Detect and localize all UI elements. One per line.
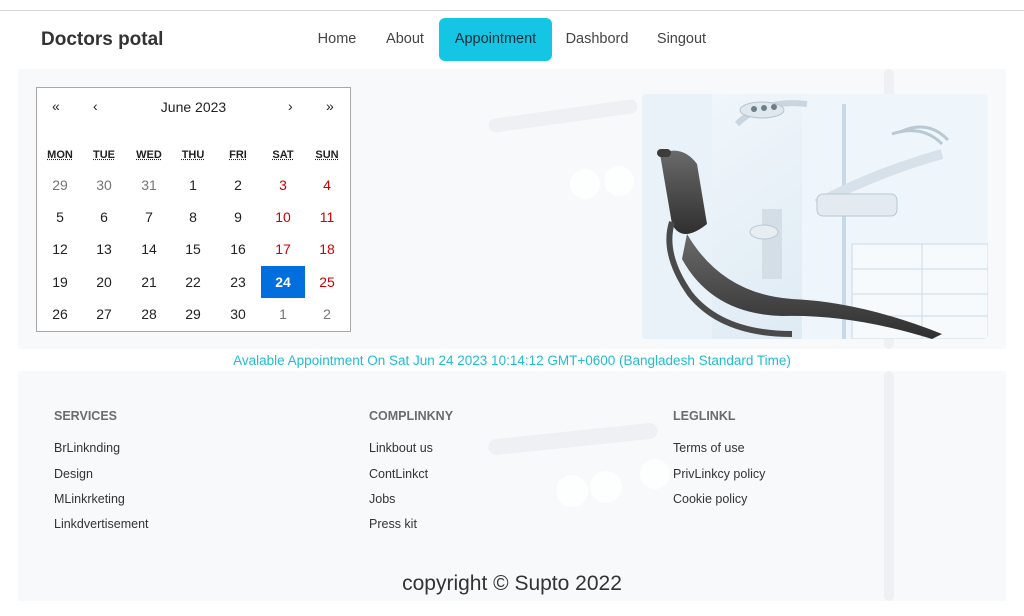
weekday-label: WED xyxy=(136,149,162,161)
nav-dashboard[interactable]: Dashbord xyxy=(559,18,635,61)
weekday-label: THU xyxy=(181,149,205,161)
background-decoration xyxy=(884,371,894,601)
weekday-label: FRI xyxy=(229,149,247,161)
main-nav: Home About Appointment Dashbord Singout xyxy=(0,18,1024,61)
calendar-day[interactable]: 1 xyxy=(261,298,305,330)
calendar-day[interactable]: 23 xyxy=(216,266,260,298)
footer-link[interactable]: Terms of use xyxy=(673,441,745,455)
appointment-calendar: « ‹ June 2023 › » MON TUE WED THU FRI SA… xyxy=(36,87,351,332)
background-decoration xyxy=(604,166,634,196)
calendar-day[interactable]: 2 xyxy=(216,169,260,201)
calendar-day[interactable]: 30 xyxy=(216,298,260,330)
weekday-label: SAT xyxy=(272,149,294,161)
calendar-day[interactable]: 13 xyxy=(82,233,126,265)
background-decoration xyxy=(570,169,600,199)
footer-link[interactable]: BrLinknding xyxy=(54,441,120,455)
footer-link[interactable]: Jobs xyxy=(369,492,395,506)
availability-text: Avalable Appointment On Sat Jun 24 2023 … xyxy=(233,353,791,368)
footer-link[interactable]: Linkbout us xyxy=(369,441,433,455)
weekday-label: TUE xyxy=(93,149,115,161)
calendar-day[interactable]: 21 xyxy=(127,266,171,298)
dental-clinic-image xyxy=(642,94,988,339)
weekday-label: SUN xyxy=(315,149,339,161)
calendar-day[interactable]: 28 xyxy=(127,298,171,330)
calendar-day[interactable]: 31 xyxy=(127,169,171,201)
calendar-day[interactable]: 19 xyxy=(38,266,82,298)
nav-about[interactable]: About xyxy=(379,18,431,61)
calendar-day[interactable]: 11 xyxy=(305,201,349,233)
calendar-day[interactable]: 27 xyxy=(82,298,126,330)
footer-link[interactable]: PrivLinkcy policy xyxy=(673,467,765,481)
calendar-day[interactable]: 25 xyxy=(305,266,349,298)
calendar-day[interactable]: 30 xyxy=(82,169,126,201)
calendar-day[interactable]: 22 xyxy=(171,266,215,298)
calendar-day[interactable]: 4 xyxy=(305,169,349,201)
background-decoration xyxy=(487,422,659,456)
calendar-day[interactable]: 2 xyxy=(305,298,349,330)
calendar-day[interactable]: 15 xyxy=(171,233,215,265)
calendar-day[interactable]: 3 xyxy=(261,169,305,201)
footer-link[interactable]: MLinkrketing xyxy=(54,492,125,506)
nav-appointment[interactable]: Appointment xyxy=(439,18,552,61)
footer-heading-services: SERVICES xyxy=(54,409,117,423)
calendar-next-button[interactable]: › xyxy=(288,98,293,118)
footer-link[interactable]: Cookie policy xyxy=(673,492,747,506)
calendar-last-button[interactable]: » xyxy=(326,98,334,118)
nav-signout[interactable]: Singout xyxy=(649,18,714,61)
footer-link[interactable]: ContLinkct xyxy=(369,467,428,481)
calendar-day[interactable]: 7 xyxy=(127,201,171,233)
calendar-day[interactable]: 14 xyxy=(127,233,171,265)
footer-link[interactable]: Linkdvertisement xyxy=(54,517,149,531)
footer-heading-legal: LEGLINKL xyxy=(673,409,736,423)
calendar-day[interactable]: 6 xyxy=(82,201,126,233)
footer-background xyxy=(18,371,1006,601)
calendar-day-selected[interactable]: 24 xyxy=(261,266,305,298)
calendar-day[interactable]: 26 xyxy=(38,298,82,330)
background-decoration xyxy=(487,98,639,134)
footer-link[interactable]: Press kit xyxy=(369,517,417,531)
top-divider xyxy=(0,10,1024,11)
calendar-month-label[interactable]: June 2023 xyxy=(37,99,350,115)
calendar-day[interactable]: 16 xyxy=(216,233,260,265)
background-decoration xyxy=(590,471,622,503)
calendar-day[interactable]: 29 xyxy=(38,169,82,201)
calendar-day[interactable]: 8 xyxy=(171,201,215,233)
calendar-day[interactable]: 20 xyxy=(82,266,126,298)
copyright-text: copyright © Supto 2022 xyxy=(402,572,622,595)
calendar-day[interactable]: 17 xyxy=(261,233,305,265)
footer-heading-company: COMPLINKNY xyxy=(369,409,454,423)
footer-link[interactable]: Design xyxy=(54,467,93,481)
calendar-day[interactable]: 9 xyxy=(216,201,260,233)
background-decoration xyxy=(640,459,670,489)
weekday-label: MON xyxy=(47,149,73,161)
calendar-day[interactable]: 18 xyxy=(305,233,349,265)
calendar-day[interactable]: 12 xyxy=(38,233,82,265)
calendar-day[interactable]: 1 xyxy=(171,169,215,201)
calendar-day[interactable]: 5 xyxy=(38,201,82,233)
nav-home[interactable]: Home xyxy=(310,18,364,61)
background-decoration xyxy=(556,475,588,507)
calendar-day[interactable]: 29 xyxy=(171,298,215,330)
calendar-day[interactable]: 10 xyxy=(261,201,305,233)
